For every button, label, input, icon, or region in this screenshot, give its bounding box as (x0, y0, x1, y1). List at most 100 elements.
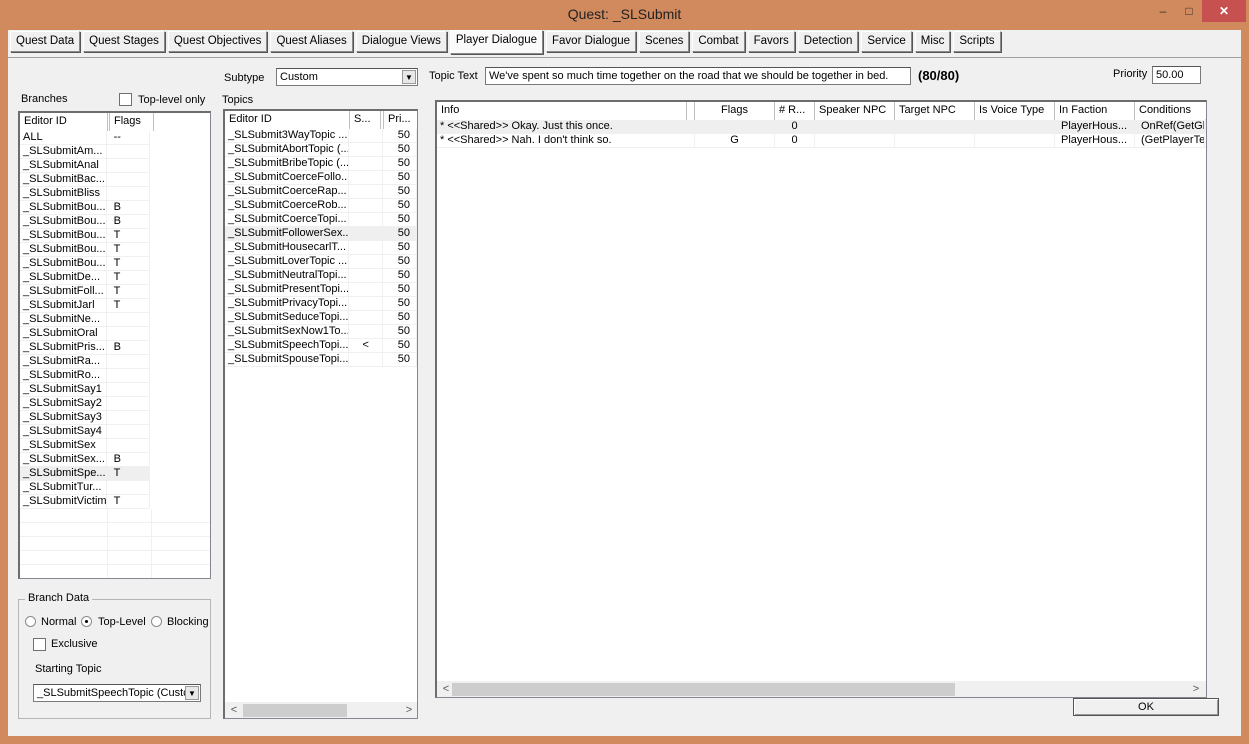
column-priority[interactable]: Pri... (384, 111, 417, 129)
column-flags[interactable]: Flags (695, 102, 775, 120)
branch-row[interactable]: _SLSubmitRo... (20, 369, 150, 383)
topic-row[interactable]: _SLSubmitSexNow1To... 50 (225, 325, 417, 339)
chevron-down-icon[interactable]: ▼ (185, 686, 199, 700)
branch-row[interactable]: _SLSubmitSay3 (20, 411, 150, 425)
scroll-left-icon[interactable]: < (227, 702, 241, 718)
branches-list[interactable]: Editor ID Flags ALL -- _SLSubmitAm... _SLSu… (18, 111, 211, 579)
branch-row[interactable]: _SLSubmitBou... T (20, 229, 150, 243)
tab-quest-objectives[interactable]: Quest Objectives (167, 31, 268, 52)
branch-row[interactable]: _SLSubmitSex (20, 439, 150, 453)
tab-dialogue-views[interactable]: Dialogue Views (355, 31, 447, 52)
topic-row[interactable]: _SLSubmitNeutralTopi... 50 (225, 269, 417, 283)
scroll-left-icon[interactable]: < (439, 681, 453, 697)
topic-text-input[interactable]: We've spent so much time together on the… (485, 67, 911, 85)
topic-row[interactable]: _SLSubmitFollowerSex... 50 (225, 227, 417, 241)
column-conditions[interactable]: Conditions (1135, 102, 1205, 120)
info-row[interactable]: * <<Shared>> Okay. Just this once. 0 Playe… (437, 120, 1206, 134)
branch-row[interactable]: _SLSubmitAm... (20, 145, 150, 159)
topic-row[interactable]: _SLSubmitSeduceTopi... 50 (225, 311, 417, 325)
info-hscrollbar[interactable]: < > (437, 681, 1206, 697)
column-info[interactable]: Info (437, 102, 687, 120)
minimize-button[interactable]: – (1150, 0, 1176, 22)
starting-topic-dropdown[interactable]: _SLSubmitSpeechTopic (Custc ▼ (33, 684, 201, 702)
top-level-only-checkbox[interactable] (119, 93, 132, 106)
topic-row[interactable]: _SLSubmitCoerceFollo... 50 (225, 171, 417, 185)
branch-row[interactable]: _SLSubmitRa... (20, 355, 150, 369)
branch-row[interactable]: _SLSubmitFoll... T (20, 285, 150, 299)
tab-combat[interactable]: Combat (692, 31, 745, 52)
topic-row[interactable]: _SLSubmitCoerceRap... 50 (225, 185, 417, 199)
tab-favors[interactable]: Favors (747, 31, 795, 52)
column-responses[interactable]: # R... (775, 102, 815, 120)
topic-row[interactable]: _SLSubmitPresentTopi... 50 (225, 283, 417, 297)
exclusive-checkbox[interactable] (33, 638, 46, 651)
topic-row[interactable]: _SLSubmit3WayTopic ... 50 (225, 129, 417, 143)
tab-scenes[interactable]: Scenes (639, 31, 690, 52)
column-is-voice-type[interactable]: Is Voice Type (975, 102, 1055, 120)
blocking-radio[interactable] (151, 616, 162, 627)
tab-service[interactable]: Service (861, 31, 912, 52)
scroll-thumb[interactable] (452, 683, 955, 696)
info-list[interactable]: Info Flags # R... Speaker NPC Target NPC… (435, 100, 1207, 698)
info-row[interactable]: * <<Shared>> Nah. I don't think so. G 0 Pla… (437, 134, 1206, 148)
column-in-faction[interactable]: In Faction (1055, 102, 1135, 120)
branch-row[interactable]: _SLSubmitSpe... T (20, 467, 150, 481)
branch-row[interactable]: _SLSubmitBou... T (20, 243, 150, 257)
topic-row[interactable]: _SLSubmitCoerceRob... 50 (225, 199, 417, 213)
normal-radio[interactable] (25, 616, 36, 627)
topic-row[interactable]: _SLSubmitSpeechTopi... <50 (225, 339, 417, 353)
scroll-thumb[interactable] (243, 704, 347, 717)
branch-row[interactable]: _SLSubmitAnal (20, 159, 150, 173)
branch-row[interactable]: _SLSubmitSex... B (20, 453, 150, 467)
branch-row[interactable]: _SLSubmitNe... (20, 313, 150, 327)
column-target-npc[interactable]: Target NPC (895, 102, 975, 120)
topic-editor-id: _SLSubmit3WayTopic ... (225, 129, 350, 142)
tab-favor-dialogue[interactable]: Favor Dialogue (546, 31, 636, 52)
tab-quest-aliases[interactable]: Quest Aliases (270, 31, 353, 52)
top-level-radio[interactable] (81, 616, 92, 627)
column-editor-id[interactable]: Editor ID (225, 111, 350, 129)
branch-row[interactable]: _SLSubmitPris... B (20, 341, 150, 355)
topic-row[interactable]: _SLSubmitAbortTopic (... 50 (225, 143, 417, 157)
tab-player-dialogue[interactable]: Player Dialogue (449, 30, 544, 54)
column-speaker-npc[interactable]: Speaker NPC (815, 102, 895, 120)
topic-row[interactable]: _SLSubmitCoerceTopi... 50 (225, 213, 417, 227)
branch-row[interactable]: _SLSubmitSay1 (20, 383, 150, 397)
tab-scripts[interactable]: Scripts (953, 31, 1001, 52)
branch-row[interactable]: _SLSubmitTur... (20, 481, 150, 495)
tab-quest-data[interactable]: Quest Data (10, 31, 81, 52)
branch-row[interactable]: _SLSubmitOral (20, 327, 150, 341)
topic-row[interactable]: _SLSubmitSpouseTopi... 50 (225, 353, 417, 367)
column-flags[interactable]: Flags (110, 113, 154, 131)
column-s[interactable]: S... (350, 111, 381, 129)
priority-input[interactable]: 50.00 (1152, 66, 1201, 84)
branch-row[interactable]: _SLSubmitSay4 (20, 425, 150, 439)
topics-list[interactable]: Editor ID S... Pri... _SLSubmit3WayTopic… (223, 109, 418, 719)
branch-row[interactable]: _SLSubmitBou... B (20, 215, 150, 229)
maximize-button[interactable]: □ (1176, 0, 1202, 22)
topics-hscrollbar[interactable]: < > (225, 702, 417, 718)
tab-misc[interactable]: Misc (914, 31, 951, 52)
topic-row[interactable]: _SLSubmitBribeTopic (... 50 (225, 157, 417, 171)
scroll-right-icon[interactable]: > (402, 702, 416, 718)
column-editor-id[interactable]: Editor ID (20, 113, 108, 131)
ok-button[interactable]: OK (1073, 698, 1219, 716)
branch-row[interactable]: _SLSubmitBac... (20, 173, 150, 187)
branch-row[interactable]: ALL -- (20, 131, 150, 145)
topic-row[interactable]: _SLSubmitLoverTopic ... 50 (225, 255, 417, 269)
branch-row[interactable]: _SLSubmitBou... B (20, 201, 150, 215)
topic-row[interactable]: _SLSubmitPrivacyTopi... 50 (225, 297, 417, 311)
tab-quest-stages[interactable]: Quest Stages (83, 31, 165, 52)
branch-row[interactable]: _SLSubmitJarl T (20, 299, 150, 313)
branch-row[interactable]: _SLSubmitDe... T (20, 271, 150, 285)
close-button[interactable]: ✕ (1202, 0, 1246, 22)
branch-row[interactable]: _SLSubmitBliss (20, 187, 150, 201)
subtype-dropdown[interactable]: Custom ▼ (276, 68, 418, 86)
scroll-right-icon[interactable]: > (1189, 681, 1203, 697)
topic-row[interactable]: _SLSubmitHousecarlT... 50 (225, 241, 417, 255)
chevron-down-icon[interactable]: ▼ (402, 70, 416, 84)
tab-detection[interactable]: Detection (797, 31, 859, 52)
branch-row[interactable]: _SLSubmitBou... T (20, 257, 150, 271)
branch-row[interactable]: _SLSubmitSay2 (20, 397, 150, 411)
branch-row[interactable]: _SLSubmitVictim T (20, 495, 150, 509)
